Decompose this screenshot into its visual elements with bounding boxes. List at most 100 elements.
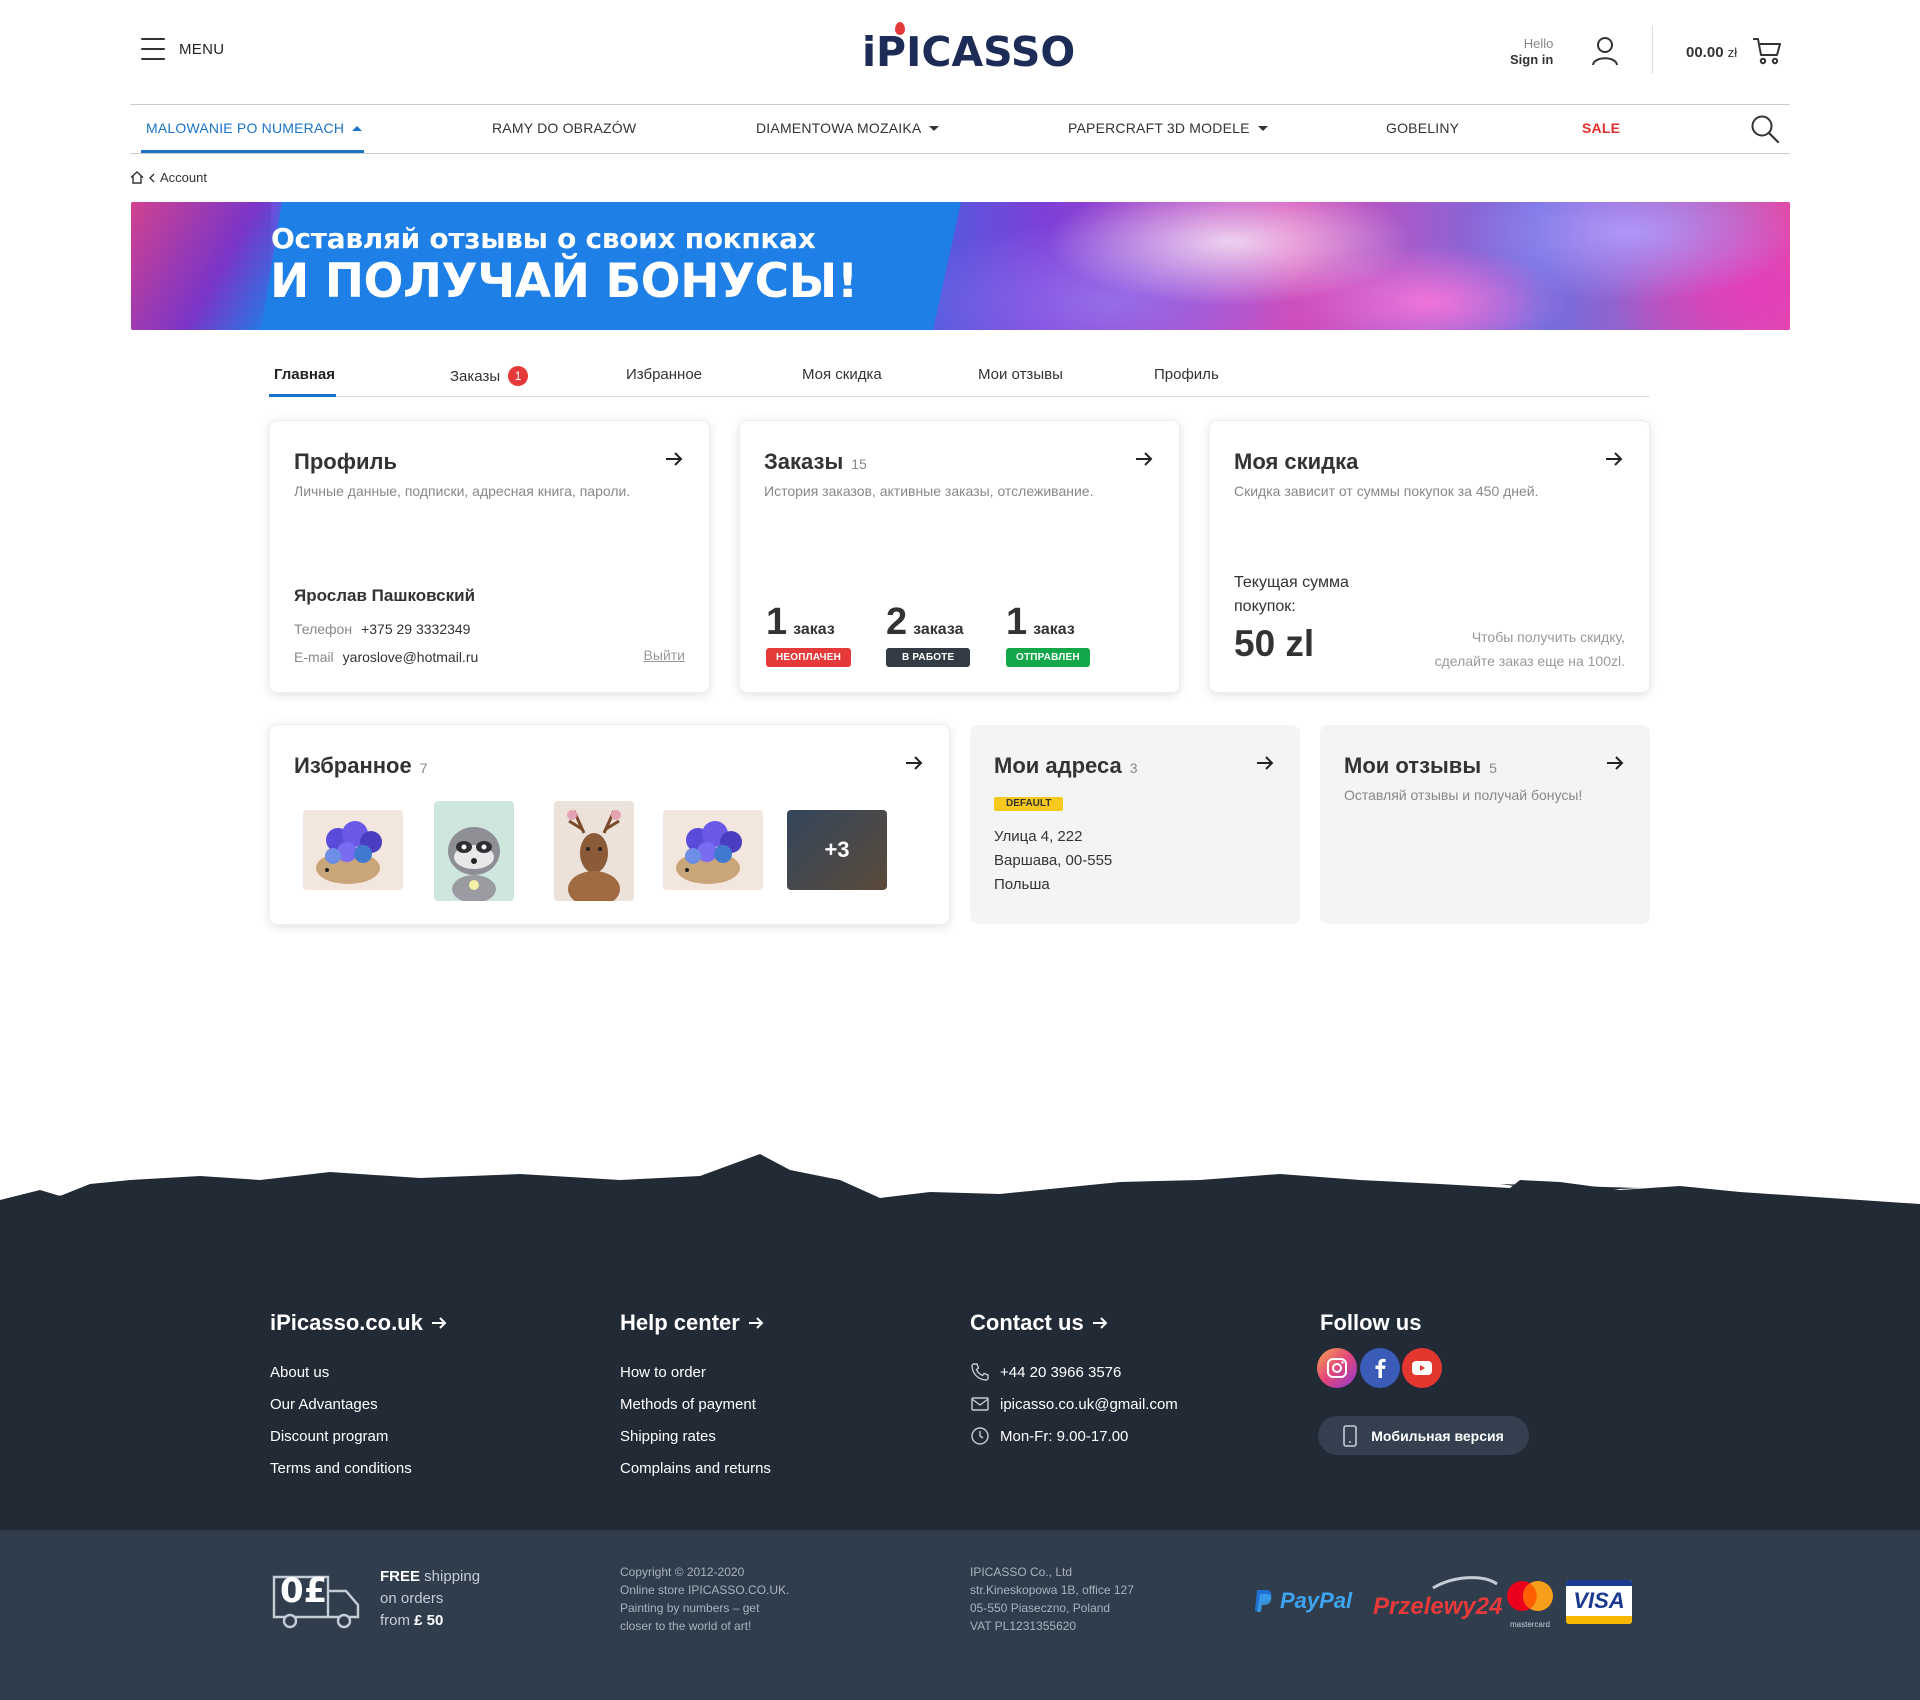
address-line: Варшава, 00-555	[994, 852, 1113, 869]
tab-orders[interactable]: Заказы 1	[450, 366, 529, 386]
addresses-title: Мои адреса 3	[994, 753, 1138, 779]
profile-title: Профиль	[294, 449, 397, 475]
footer-link-returns[interactable]: Complains and returns	[620, 1460, 771, 1477]
logo[interactable]: iPICASSO	[862, 22, 1075, 76]
arrow-right-icon[interactable]	[1605, 451, 1623, 467]
caret-down-icon	[929, 125, 940, 131]
cart-total[interactable]: 00.00 zł	[1686, 44, 1737, 61]
youtube-icon[interactable]	[1402, 1348, 1442, 1388]
tab-main[interactable]: Главная	[274, 366, 335, 383]
status-badge: НЕОПЛАЧЕН	[766, 648, 852, 667]
addresses-card[interactable]: Мои адреса 3 DEFAULT Улица 4, 222 Варшав…	[970, 725, 1300, 924]
email-value: yaroslove@hotmail.ru	[342, 649, 479, 665]
instagram-icon[interactable]	[1317, 1348, 1357, 1388]
order-count: 1	[766, 601, 788, 643]
footer-link-advantages[interactable]: Our Advantages	[270, 1396, 378, 1413]
default-badge: DEFAULT	[994, 797, 1064, 811]
order-word: заказа	[913, 621, 964, 638]
order-group-unpaid[interactable]: 1 заказ НЕОПЛАЧЕН	[766, 601, 852, 667]
visa-logo: VISA	[1566, 1580, 1632, 1624]
contact-phone[interactable]: +44 20 3966 3576	[970, 1362, 1121, 1382]
promo-banner[interactable]: Оставляй отзывы о своих покпках И ПОЛУЧА…	[131, 202, 1790, 330]
signin-link[interactable]: Hello Sign in	[1510, 36, 1553, 68]
company-line: VAT PL1231355620	[970, 1619, 1077, 1633]
reviews-subtitle: Оставляй отзывы и получай бонусы!	[1344, 787, 1583, 803]
nav-label: DIAMENTOWA MOZAIKA	[756, 120, 922, 136]
tab-label: Главная	[274, 366, 336, 383]
favorite-item-hedgehog[interactable]	[303, 810, 403, 890]
free-label: FREE	[380, 1568, 421, 1585]
tab-favorites[interactable]: Избранное	[626, 366, 702, 383]
orders-subtitle: История заказов, активные заказы, отслеж…	[764, 483, 1094, 499]
cart-icon[interactable]	[1752, 36, 1782, 66]
arrow-right-icon[interactable]	[905, 755, 923, 771]
cart-amount: 00.00	[1686, 44, 1724, 61]
orders-card[interactable]: Заказы 15 История заказов, активные зака…	[739, 420, 1180, 693]
arrow-right-icon[interactable]	[665, 451, 683, 467]
tab-profile[interactable]: Профиль	[1154, 366, 1219, 383]
tab-discount[interactable]: Моя скидка	[802, 366, 882, 383]
mobile-version-button[interactable]: Мобильная версия	[1318, 1416, 1529, 1455]
arrow-right-icon	[748, 1317, 764, 1329]
footer-link-about[interactable]: About us	[270, 1364, 329, 1381]
arrow-right-icon	[1092, 1317, 1108, 1329]
order-group-in-work[interactable]: 2 заказа В РАБОТЕ	[886, 601, 971, 667]
order-group-sent[interactable]: 1 заказ ОТПРАВЛЕН	[1006, 601, 1090, 667]
arrow-right-icon[interactable]	[1606, 755, 1624, 771]
shipping-line: shipping	[420, 1568, 481, 1585]
address-line: Улица 4, 222	[994, 828, 1083, 845]
favorites-card[interactable]: Избранное 7 +3	[269, 724, 950, 925]
card-title-text: Заказы	[764, 449, 844, 474]
addresses-count: 3	[1129, 760, 1138, 776]
home-icon[interactable]	[130, 171, 144, 184]
favorites-more[interactable]: +3	[787, 810, 887, 890]
nav-item-papercraft[interactable]: PAPERCRAFT 3D MODELE	[1068, 120, 1268, 136]
arrow-right-icon[interactable]	[1256, 755, 1274, 771]
card-title-text: Профиль	[294, 449, 397, 474]
user-icon[interactable]	[1591, 36, 1619, 66]
profile-card[interactable]: Профиль Личные данные, подписки, адресна…	[269, 420, 710, 693]
nav-item-gobeliny[interactable]: GOBELINY	[1386, 120, 1459, 136]
menu-label: MENU	[179, 40, 225, 58]
nav-label: PAPERCRAFT 3D MODELE	[1068, 120, 1250, 136]
nav-item-malowanie[interactable]: MALOWANIE PO NUMERACH	[146, 120, 363, 136]
facebook-icon[interactable]	[1360, 1348, 1400, 1388]
discount-hint: Чтобы получить скидку, сделайте заказ ещ…	[1435, 625, 1625, 673]
footer-link-discount[interactable]: Discount program	[270, 1428, 388, 1445]
reviews-title: Мои отзывы 5	[1344, 753, 1497, 779]
logout-link[interactable]: Выйти	[644, 647, 685, 663]
contact-email[interactable]: ipicasso.co.uk@gmail.com	[970, 1394, 1178, 1414]
search-icon[interactable]	[1750, 114, 1780, 144]
tab-label: Профиль	[1154, 366, 1219, 383]
tab-label: Избранное	[626, 366, 703, 383]
footer-col-help[interactable]: Help center	[620, 1310, 764, 1336]
footer-brush-edge	[0, 1154, 1920, 1220]
nav-bottom-border	[130, 153, 1790, 154]
footer-link-terms[interactable]: Terms and conditions	[270, 1460, 412, 1477]
favorite-item-deer[interactable]	[554, 801, 634, 901]
footer-col-title: Help center	[620, 1310, 740, 1335]
favorite-item-hedgehog-2[interactable]	[663, 810, 763, 890]
reviews-card[interactable]: Мои отзывы 5 Оставляй отзывы и получай б…	[1320, 725, 1650, 924]
card-title-text: Мои отзывы	[1344, 753, 1482, 778]
footer-link-payment[interactable]: Methods of payment	[620, 1396, 756, 1413]
favorite-item-raccoon[interactable]	[434, 801, 514, 901]
menu-button[interactable]: MENU	[141, 38, 224, 60]
arrow-right-icon[interactable]	[1135, 451, 1153, 467]
mastercard-text: mastercard	[1509, 1620, 1550, 1629]
discount-card[interactable]: Моя скидка Скидка зависит от суммы покуп…	[1209, 420, 1650, 693]
nav-label: MALOWANIE PO NUMERACH	[146, 120, 345, 136]
nav-item-sale[interactable]: SALE	[1582, 120, 1620, 136]
favorites-title: Избранное 7	[294, 753, 428, 779]
footer-link-how-to-order[interactable]: How to order	[620, 1364, 706, 1381]
nav-item-diamentowa[interactable]: DIAMENTOWA MOZAIKA	[756, 120, 940, 136]
header-divider	[1652, 26, 1653, 74]
footer-col-contact[interactable]: Contact us	[970, 1310, 1108, 1336]
nav-label: RAMY DO OBRAZÓW	[492, 120, 637, 136]
footer-col-site[interactable]: iPicasso.co.uk	[270, 1310, 447, 1336]
nav-item-ramy[interactable]: RAMY DO OBRAZÓW	[492, 120, 636, 136]
tab-reviews[interactable]: Мои отзывы	[978, 366, 1063, 383]
breadcrumb-account[interactable]: Account	[160, 170, 207, 185]
mail-icon	[971, 1397, 989, 1411]
footer-link-shipping[interactable]: Shipping rates	[620, 1428, 716, 1445]
